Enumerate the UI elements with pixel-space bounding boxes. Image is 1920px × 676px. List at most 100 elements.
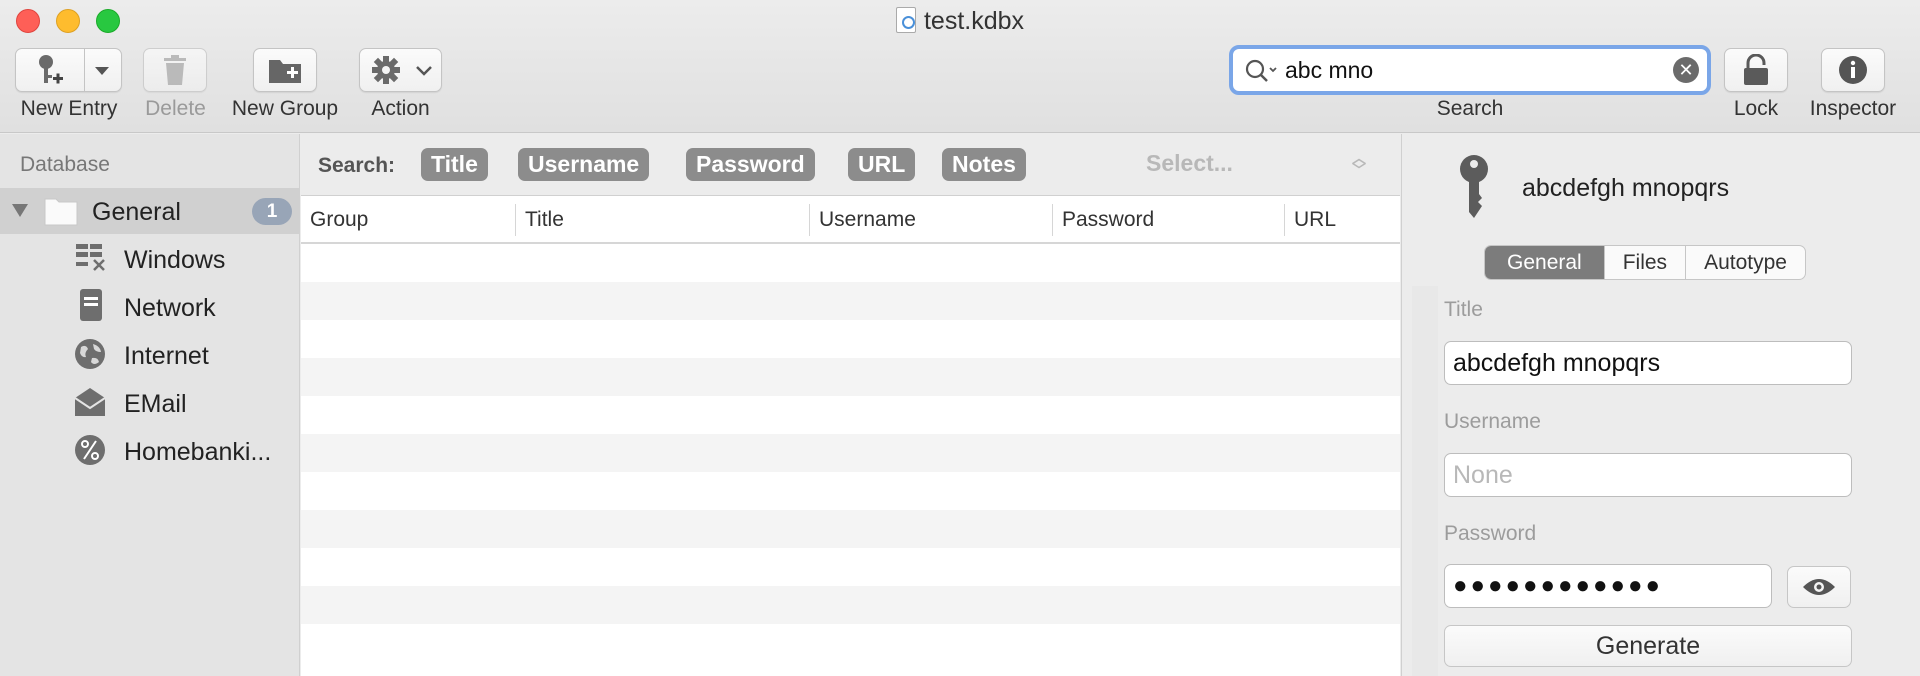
- lock-label: Lock: [1733, 97, 1779, 120]
- sidebar-item-windows[interactable]: Windows: [0, 236, 300, 282]
- search-scope-label: Search:: [318, 154, 396, 177]
- saved-search-select[interactable]: Select... ︿ ﹀: [1146, 150, 1366, 180]
- column-divider[interactable]: [1284, 204, 1285, 236]
- scope-title-button[interactable]: Title: [421, 148, 488, 181]
- sidebar-item-email[interactable]: EMail: [0, 380, 300, 426]
- entry-title-heading: abcdefgh mnopqrs: [1522, 174, 1730, 202]
- sidebar-item-label: Windows: [124, 246, 226, 274]
- delete-label: Delete: [145, 97, 206, 120]
- split-divider: [84, 49, 85, 91]
- table-row[interactable]: [301, 396, 1400, 434]
- delete-button[interactable]: [143, 48, 207, 92]
- gear-icon: [372, 56, 400, 84]
- search-label: Search: [1436, 97, 1504, 120]
- column-header-group[interactable]: Group: [310, 208, 368, 232]
- scope-password-button[interactable]: Password: [686, 148, 815, 181]
- table-row[interactable]: [301, 586, 1400, 624]
- sidebar-item-label: EMail: [124, 390, 187, 418]
- chevron-down-icon[interactable]: [94, 66, 110, 76]
- sidebar-item-label: General: [92, 198, 181, 226]
- tab-autotype[interactable]: Autotype: [1686, 246, 1805, 279]
- sidebar-item-homebanking[interactable]: Homebanki...: [0, 428, 300, 474]
- scope-notes-button[interactable]: Notes: [942, 148, 1026, 181]
- sidebar-header: Database: [20, 153, 110, 176]
- lock-icon: [1744, 54, 1768, 85]
- generate-password-button[interactable]: Generate: [1444, 625, 1852, 667]
- add-key-icon: [39, 55, 63, 84]
- inspector-button[interactable]: [1821, 48, 1885, 92]
- window-title: test.kdbx: [0, 7, 1920, 36]
- table-row[interactable]: [301, 434, 1400, 472]
- title-field[interactable]: [1444, 341, 1852, 385]
- password-field[interactable]: ●●●●●●●●●●●●: [1444, 564, 1772, 608]
- scope-username-button[interactable]: Username: [518, 148, 650, 181]
- sidebar: Database General 1 Windows Network Inter…: [0, 134, 300, 676]
- scope-url-button[interactable]: URL: [848, 148, 916, 181]
- search-field[interactable]: ✕: [1229, 45, 1711, 95]
- table-header: Group Title Username Password URL: [301, 196, 1400, 244]
- up-down-arrows-icon: ︿ ﹀: [1352, 150, 1366, 178]
- inspector-tabs: General Files Autotype: [1484, 245, 1806, 280]
- inspector-scrollbar[interactable]: [1412, 286, 1438, 676]
- server-icon: [80, 289, 102, 321]
- document-icon: [895, 7, 916, 33]
- inspector-panel: abcdefgh mnopqrs General Files Autotype …: [1401, 134, 1920, 676]
- title-field-label: Title: [1444, 298, 1483, 321]
- action-label: Action: [371, 97, 430, 120]
- count-badge: 1: [252, 198, 292, 225]
- folder-icon: [44, 198, 78, 226]
- column-header-url[interactable]: URL: [1294, 208, 1336, 232]
- eye-icon: [1803, 579, 1835, 595]
- inspector-label: Inspector: [1809, 97, 1897, 120]
- password-field-label: Password: [1444, 522, 1537, 545]
- table-row[interactable]: [301, 320, 1400, 358]
- column-divider[interactable]: [1052, 204, 1053, 236]
- column-header-username[interactable]: Username: [819, 208, 916, 232]
- window-title-text: test.kdbx: [923, 7, 1025, 35]
- sidebar-item-label: Internet: [124, 342, 209, 370]
- table-row[interactable]: [301, 282, 1400, 320]
- sidebar-item-network[interactable]: Network: [0, 284, 300, 330]
- table-row[interactable]: [301, 244, 1400, 282]
- new-group-label: New Group: [231, 97, 339, 120]
- tab-general[interactable]: General: [1485, 246, 1605, 279]
- new-group-button[interactable]: [253, 48, 317, 92]
- percent-icon: [75, 435, 105, 465]
- key-icon: [1460, 155, 1488, 218]
- sidebar-item-internet[interactable]: Internet: [0, 332, 300, 378]
- column-divider[interactable]: [515, 204, 516, 236]
- column-header-title[interactable]: Title: [525, 208, 564, 232]
- search-input[interactable]: [1285, 55, 1645, 85]
- entry-table-body[interactable]: [301, 244, 1400, 676]
- new-entry-button[interactable]: [15, 48, 122, 92]
- sidebar-item-general[interactable]: General 1: [0, 188, 300, 234]
- add-folder-icon: [269, 60, 301, 83]
- username-field-label: Username: [1444, 410, 1541, 433]
- toolbar: test.kdbx New Entry Delete New Group Act…: [0, 0, 1920, 133]
- clear-search-icon[interactable]: ✕: [1673, 57, 1699, 83]
- reveal-password-button[interactable]: [1787, 566, 1851, 608]
- action-menu-button[interactable]: [359, 48, 442, 92]
- tab-files[interactable]: Files: [1605, 246, 1687, 279]
- table-row[interactable]: [301, 510, 1400, 548]
- table-row[interactable]: [301, 472, 1400, 510]
- search-icon[interactable]: [1245, 59, 1279, 83]
- lock-button[interactable]: [1724, 48, 1788, 92]
- globe-icon: [75, 339, 105, 369]
- trash-icon: [164, 55, 186, 85]
- username-field[interactable]: [1444, 453, 1852, 497]
- sidebar-item-label: Homebanki...: [124, 438, 272, 466]
- table-row[interactable]: [301, 358, 1400, 396]
- sidebar-item-label: Network: [124, 294, 216, 322]
- table-row[interactable]: [301, 548, 1400, 586]
- table-row[interactable]: [301, 624, 1400, 662]
- search-scope-bar: Search: Title Username Password URL Note…: [301, 134, 1400, 196]
- disclosure-triangle-icon[interactable]: [12, 204, 28, 217]
- select-placeholder: Select...: [1146, 150, 1233, 176]
- column-header-password[interactable]: Password: [1062, 208, 1154, 232]
- column-divider[interactable]: [809, 204, 810, 236]
- chevron-down-icon: [416, 66, 432, 76]
- entry-list-panel: Search: Title Username Password URL Note…: [301, 134, 1400, 676]
- new-entry-label: New Entry: [20, 97, 118, 120]
- envelope-icon: [74, 388, 106, 416]
